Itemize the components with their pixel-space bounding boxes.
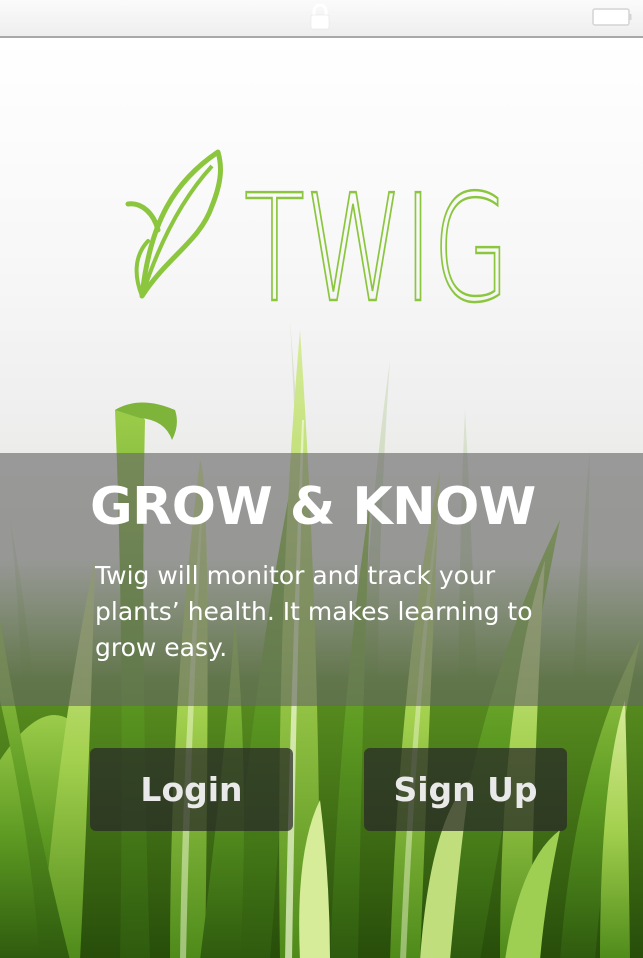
description-text: Twig will monitor and track your plants’… xyxy=(95,561,533,662)
svg-text:TWIG: TWIG xyxy=(244,186,510,308)
sign-up-button[interactable]: Sign Up xyxy=(364,748,567,831)
headline: GROW & KNOW xyxy=(90,477,536,537)
lock-icon xyxy=(310,4,330,30)
leaf-icon xyxy=(125,149,223,299)
status-bar xyxy=(0,0,643,38)
info-panel: GROW & KNOW Twig will monitor and track … xyxy=(0,453,643,706)
battery-icon xyxy=(592,8,632,26)
logo-wordmark: TWIG xyxy=(244,186,511,308)
twig-logo: TWIG xyxy=(120,146,520,311)
login-button[interactable]: Login xyxy=(90,748,293,831)
